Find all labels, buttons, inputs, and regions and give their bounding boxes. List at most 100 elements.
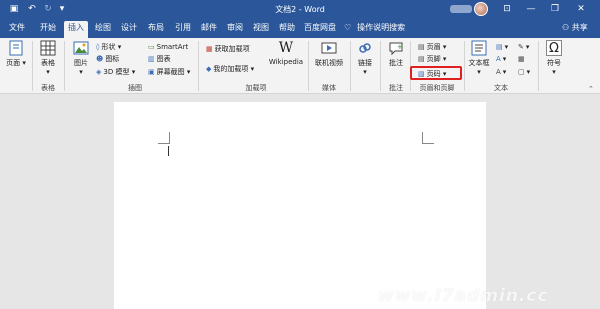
group-label-media: 媒体: [322, 84, 336, 92]
group-separator: [350, 41, 351, 91]
wordart-icon: A: [496, 55, 501, 63]
tab-view[interactable]: 视图: [250, 22, 272, 38]
my-addins-label: 我的加载项: [213, 65, 249, 73]
group-separator: [464, 41, 465, 91]
smartart-label: SmartArt: [156, 43, 189, 51]
close-icon[interactable]: ✕: [574, 2, 588, 16]
group-label-illustrations: 插图: [128, 84, 142, 92]
icons-button[interactable]: ☻ 图标: [96, 54, 119, 64]
document-area: [0, 94, 600, 309]
chart-icon: ▥: [148, 55, 155, 63]
header-button[interactable]: ▤ 页眉 ▾: [418, 42, 446, 52]
wikipedia-button[interactable]: W Wikipedia: [268, 40, 304, 66]
picture-label: 图片: [74, 59, 88, 67]
tab-mailings[interactable]: 邮件: [198, 22, 220, 38]
share-button[interactable]: ⚇ 共享: [562, 22, 588, 33]
date-time-button[interactable]: ▦: [518, 54, 527, 64]
wikipedia-icon: W: [278, 40, 294, 56]
lightbulb-icon: ♡: [344, 23, 352, 32]
crop-mark-top-left: [158, 132, 170, 144]
video-icon: [321, 42, 337, 54]
online-video-label: 联机视频: [315, 59, 343, 67]
get-addins-label: 获取加载项: [214, 45, 250, 53]
page-number-highlight: [410, 66, 462, 80]
tab-draw[interactable]: 绘图: [92, 22, 114, 38]
shapes-button[interactable]: ◊ 形状 ▾: [96, 42, 121, 52]
textbox-icon: [471, 40, 487, 56]
tell-me-search[interactable]: ♡ 操作说明搜索: [344, 22, 405, 34]
tab-insert[interactable]: 插入: [64, 21, 88, 38]
shapes-icon: ◊: [96, 43, 100, 51]
screenshot-button[interactable]: ▣ 屏幕截图 ▾: [148, 67, 190, 77]
online-video-button[interactable]: 联机视频: [312, 40, 346, 68]
tab-layout[interactable]: 布局: [145, 22, 167, 38]
tab-references[interactable]: 引用: [172, 22, 194, 38]
get-addins-button[interactable]: ▦ 获取加载项: [206, 44, 250, 54]
links-button[interactable]: 链接 ▾: [354, 40, 376, 76]
crop-mark-top-right: [422, 132, 434, 144]
avatar[interactable]: [474, 2, 488, 16]
omega-icon: Ω: [546, 40, 562, 56]
textbox-label: 文本框: [468, 59, 490, 67]
group-separator: [198, 41, 199, 91]
screenshot-label: 屏幕截图: [156, 68, 185, 76]
title-bar: ▣ ↶ ↻ ▾ 文档2 - Word ⊡ — ❐ ✕: [0, 0, 600, 18]
restore-icon[interactable]: ❐: [548, 2, 562, 16]
wordart-button[interactable]: A ▾: [496, 54, 506, 64]
ribbon-display-options-icon[interactable]: ⊡: [500, 2, 514, 16]
tab-help[interactable]: 帮助: [276, 22, 298, 38]
3d-models-button[interactable]: ◈ 3D 模型 ▾: [96, 67, 135, 77]
share-label: 共享: [571, 23, 588, 32]
picture-icon: [73, 41, 89, 55]
group-separator: [380, 41, 381, 91]
pages-icon: [9, 40, 23, 56]
tab-review[interactable]: 审阅: [224, 22, 246, 38]
tell-me-label: 操作说明搜索: [357, 23, 406, 32]
comment-label: 批注: [389, 59, 403, 67]
collapse-ribbon-icon[interactable]: ⌃: [588, 85, 594, 93]
screenshot-icon: ▣: [148, 68, 155, 76]
group-label-text: 文本: [494, 84, 508, 92]
drop-cap-button[interactable]: A ▾: [496, 67, 506, 77]
quick-parts-button[interactable]: ▤ ▾: [496, 42, 508, 52]
calendar-icon: ▦: [518, 55, 525, 63]
footer-button[interactable]: ▤ 页脚 ▾: [418, 54, 446, 64]
table-label: 表格: [41, 59, 55, 67]
chart-label: 图表: [156, 55, 171, 63]
my-addins-button[interactable]: ◆ 我的加载项 ▾: [206, 64, 254, 74]
minimize-icon[interactable]: —: [524, 2, 538, 16]
cube-icon: ◈: [96, 68, 102, 76]
comment-button[interactable]: + 批注: [384, 40, 408, 68]
signature-icon: ✎: [518, 43, 524, 51]
textbox-button[interactable]: 文本框 ▾: [466, 40, 492, 76]
header-icon: ▤: [418, 43, 425, 51]
group-separator: [308, 41, 309, 91]
wikipedia-label: Wikipedia: [268, 58, 304, 66]
signature-line-button[interactable]: ✎ ▾: [518, 42, 529, 52]
object-icon: ▢: [518, 68, 525, 76]
smartart-button[interactable]: ▭ SmartArt: [148, 42, 188, 52]
tab-file[interactable]: 文件: [4, 22, 30, 38]
document-page[interactable]: [114, 102, 486, 309]
chart-button[interactable]: ▥ 图表: [148, 54, 171, 64]
my-addins-icon: ◆: [206, 65, 212, 73]
shapes-label: 形状: [101, 43, 116, 51]
group-label-tables: 表格: [41, 84, 55, 92]
group-label-header-footer: 页眉和页脚: [419, 84, 455, 92]
object-button[interactable]: ▢ ▾: [518, 67, 530, 77]
tab-home[interactable]: 开始: [36, 22, 60, 38]
symbols-label: 符号: [547, 59, 561, 67]
picture-button[interactable]: 图片 ▾: [70, 40, 92, 76]
watermark: www.I7admin.cc: [378, 286, 549, 306]
table-button[interactable]: 表格 ▾: [36, 40, 60, 76]
tab-design[interactable]: 设计: [118, 22, 140, 38]
ribbon-tabs: 文件 开始 插入 绘图 设计 布局 引用 邮件 审阅 视图 帮助 百度网盘 ♡ 操…: [0, 18, 600, 38]
tab-baidu-netdisk[interactable]: 百度网盘: [302, 22, 338, 38]
group-separator: [64, 41, 65, 91]
group-label-comments: 批注: [389, 84, 403, 92]
share-icon: ⚇: [562, 23, 570, 32]
user-name: [450, 5, 472, 13]
table-icon: [40, 40, 56, 56]
pages-button[interactable]: 页面 ▾: [4, 40, 28, 68]
symbols-button[interactable]: Ω 符号 ▾: [542, 40, 566, 76]
